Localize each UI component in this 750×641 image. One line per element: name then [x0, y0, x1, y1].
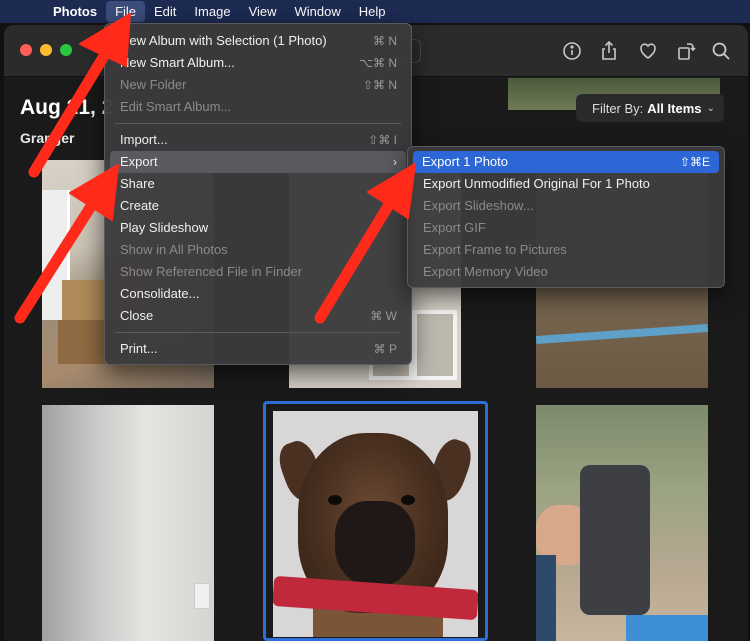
- chevron-down-icon: ⌄: [706, 102, 715, 114]
- filter-label: Filter By:: [592, 100, 644, 116]
- menu-item-export-memory-video: Export Memory Video: [423, 264, 548, 279]
- menu-item-print[interactable]: Print... ⌘ P: [105, 338, 411, 360]
- menu-edit[interactable]: Edit: [145, 1, 185, 22]
- menu-item-export[interactable]: Export ›: [110, 151, 406, 173]
- menu-item-show-in-all-photos: Show in All Photos: [120, 242, 228, 257]
- photo-thumbnail[interactable]: [42, 405, 214, 641]
- filter-value: All Items: [647, 100, 702, 116]
- selected-photo-thumbnail[interactable]: [263, 401, 488, 641]
- menu-item-show-referenced-file: Show Referenced File in Finder: [120, 264, 303, 279]
- menu-item-export-gif: Export GIF: [423, 220, 486, 235]
- moment-location[interactable]: Granger: [20, 130, 74, 146]
- menu-item-export-1-photo[interactable]: Export 1 Photo ⇧⌘E: [413, 151, 719, 173]
- file-menu: New Album with Selection (1 Photo) ⌘ N N…: [104, 23, 412, 365]
- photo-thumbnail[interactable]: [536, 405, 708, 641]
- menu-view[interactable]: View: [240, 1, 286, 22]
- share-icon[interactable]: [597, 39, 621, 63]
- menu-item-export-unmodified-original[interactable]: Export Unmodified Original For 1 Photo: [408, 173, 724, 195]
- export-submenu: Export 1 Photo ⇧⌘E Export Unmodified Ori…: [407, 146, 725, 288]
- minimize-window-button[interactable]: [40, 44, 52, 56]
- menu-file[interactable]: File: [106, 1, 146, 22]
- menu-item-export-frame-to-pictures: Export Frame to Pictures: [423, 242, 567, 257]
- menu-photos[interactable]: Photos: [44, 1, 106, 22]
- menu-item-new-folder: New Folder ⇧⌘ N: [105, 74, 411, 96]
- shortcut-label: ⌥⌘ N: [359, 56, 397, 70]
- heart-icon[interactable]: [636, 39, 660, 63]
- macos-menu-bar: Photos File Edit Image View Window Help: [0, 0, 750, 23]
- info-icon[interactable]: [560, 39, 584, 63]
- shortcut-label: ⌘ W: [370, 309, 397, 323]
- menu-item-edit-smart-album: Edit Smart Album...: [120, 99, 232, 114]
- menu-item-new-album-with-selection[interactable]: New Album with Selection (1 Photo) ⌘ N: [105, 30, 411, 52]
- shortcut-label: ⌘ P: [373, 342, 397, 356]
- menu-item-new-smart-album[interactable]: New Smart Album... ⌥⌘ N: [105, 52, 411, 74]
- zoom-window-button[interactable]: [60, 44, 72, 56]
- search-icon[interactable]: [709, 39, 733, 63]
- shortcut-label: ⇧⌘ I: [368, 133, 397, 147]
- chevron-right-icon: ›: [393, 177, 397, 191]
- menu-image[interactable]: Image: [185, 1, 239, 22]
- dog-photo: [273, 411, 478, 637]
- shortcut-label: ⇧⌘E: [679, 155, 710, 169]
- filter-by-dropdown[interactable]: Filter By: All Items ⌄: [576, 94, 724, 122]
- menu-item-close[interactable]: Close ⌘ W: [105, 305, 411, 327]
- menu-item-create[interactable]: Create: [105, 195, 411, 217]
- menu-item-export-slideshow: Export Slideshow...: [423, 198, 534, 213]
- menu-item-consolidate[interactable]: Consolidate...: [105, 283, 411, 305]
- menu-help[interactable]: Help: [350, 1, 395, 22]
- menu-separator: [115, 123, 401, 124]
- menu-item-share[interactable]: Share ›: [105, 173, 411, 195]
- menu-item-import[interactable]: Import... ⇧⌘ I: [105, 129, 411, 151]
- chevron-right-icon: ›: [393, 155, 397, 169]
- shortcut-label: ⇧⌘ N: [362, 78, 397, 92]
- shortcut-label: ⌘ N: [373, 34, 397, 48]
- rotate-icon[interactable]: [674, 39, 698, 63]
- menu-window[interactable]: Window: [286, 1, 350, 22]
- menu-item-play-slideshow[interactable]: Play Slideshow: [105, 217, 411, 239]
- menu-separator: [115, 332, 401, 333]
- moment-date-title: Aug 21, 2: [20, 96, 114, 119]
- close-window-button[interactable]: [20, 44, 32, 56]
